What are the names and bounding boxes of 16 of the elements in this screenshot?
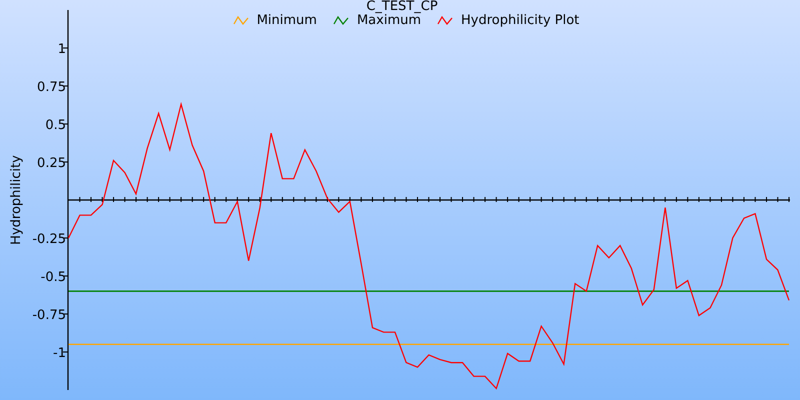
y-tick-label: -0.5 bbox=[40, 270, 66, 285]
y-tick-label: 1 bbox=[58, 42, 66, 57]
y-tick-label: -0.75 bbox=[32, 308, 66, 323]
y-tick-label: -0.25 bbox=[32, 232, 66, 247]
legend-label: Minimum bbox=[256, 13, 317, 29]
y-tick-label: 0.75 bbox=[37, 80, 66, 95]
y-tick-label: 0.25 bbox=[37, 156, 66, 171]
legend-label: Maximum bbox=[356, 13, 422, 29]
y-tick-label: 0.5 bbox=[45, 118, 66, 133]
y-axis-label: Hydrophilicity bbox=[9, 155, 24, 245]
chart-title: C_TEST_CP bbox=[366, 0, 438, 13]
legend-label: Hydrophilicity Plot bbox=[461, 13, 580, 29]
legend-line-icon bbox=[332, 15, 349, 27]
legend-line-icon bbox=[437, 15, 454, 27]
legend-line-icon bbox=[232, 15, 249, 27]
y-tick-label: -1 bbox=[53, 346, 66, 361]
